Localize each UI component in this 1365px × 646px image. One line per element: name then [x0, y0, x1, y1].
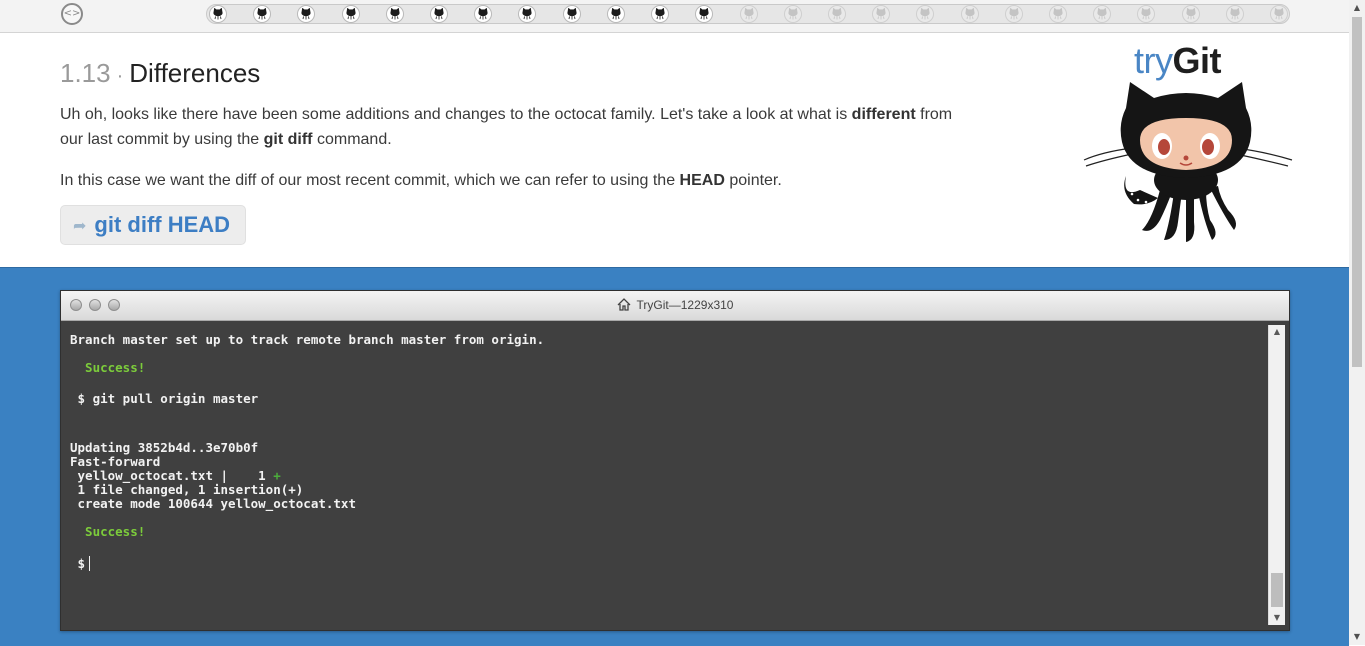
terminal-line: Updating 3852b4d..3e70b0f — [70, 440, 259, 455]
terminal-title-text: TryGit—1229x310 — [636, 298, 734, 312]
lesson-dot-completed[interactable] — [209, 5, 227, 23]
lesson-heading: 1.13 · Differences — [60, 58, 970, 94]
octocat-mini-icon — [920, 8, 930, 20]
logo-try: try — [1134, 40, 1173, 81]
octocat-mini-icon — [655, 8, 665, 20]
instruction-paragraph: Uh oh, looks like there have been some a… — [60, 102, 970, 152]
lesson-dot-upcoming[interactable] — [1270, 5, 1288, 23]
octocat-mini-icon — [213, 8, 223, 20]
lesson-dot-upcoming[interactable] — [1181, 5, 1200, 23]
octocat-mini-icon — [346, 8, 356, 20]
octocat-mini-icon — [567, 8, 577, 20]
lesson-dot-upcoming[interactable] — [739, 5, 758, 23]
instruction-paragraph: In this case we want the diff of our mos… — [60, 168, 970, 193]
octocat-icon — [1083, 82, 1293, 242]
octocat-mini-icon — [788, 8, 798, 20]
code-brackets-icon[interactable]: <> — [61, 3, 83, 25]
success-message: Success! — [70, 524, 146, 539]
octocat-mini-icon — [434, 8, 444, 20]
terminal-line: Branch master set up to track remote bra… — [70, 332, 545, 347]
octocat-mini-icon — [301, 8, 311, 20]
octocat-mini-icon — [876, 8, 886, 20]
octocat-mini-icon — [1141, 8, 1151, 20]
diffstat-line: yellow_octocat.txt | 1 + — [70, 469, 281, 483]
octocat-mini-icon — [611, 8, 621, 20]
lesson-dot-completed[interactable] — [430, 5, 449, 23]
octocat-mini-icon — [964, 8, 975, 20]
scroll-up-arrow-icon[interactable]: ▲ — [1349, 0, 1365, 16]
text: command. — [312, 131, 392, 148]
lesson-dot-completed[interactable] — [341, 5, 360, 23]
octocat-mini-icon — [1230, 8, 1240, 20]
lesson-dot-upcoming[interactable] — [1225, 5, 1244, 23]
prompt-symbol: $ — [70, 556, 86, 571]
lesson-dot-upcoming[interactable] — [783, 5, 802, 23]
text: Uh oh, looks like there have been some a… — [60, 106, 852, 123]
lesson-number: 1.13 — [60, 58, 111, 88]
logo-git: Git — [1172, 40, 1222, 81]
octocat-mini-icon — [1009, 8, 1019, 20]
logo-wordmark: tryGit — [1134, 40, 1221, 82]
octocat-mini-icon — [1053, 8, 1063, 20]
terminal-output[interactable]: Branch master set up to track remote bra… — [70, 329, 1260, 629]
text-cursor — [89, 556, 91, 571]
octocat-mini-icon — [699, 8, 709, 20]
text: pointer. — [724, 172, 782, 189]
terminal-prompt[interactable]: $ — [70, 556, 91, 571]
octocat-mini-icon — [832, 8, 842, 20]
terminal-scroll-thumb[interactable] — [1271, 573, 1283, 607]
scroll-down-arrow-icon[interactable]: ▼ — [1349, 629, 1365, 645]
command-text: git diff HEAD — [94, 212, 231, 237]
lesson-dot-completed[interactable] — [606, 5, 625, 23]
success-message: Success! — [70, 360, 146, 375]
lesson-progress-bar: <> — [0, 0, 1349, 33]
lesson-dot-upcoming[interactable] — [827, 5, 846, 23]
home-icon — [617, 298, 630, 311]
emphasis: git diff — [263, 131, 313, 148]
octocat-mini-icon — [1186, 8, 1196, 20]
terminal-line: 1 file changed, 1 insertion(+) — [70, 482, 304, 497]
diffstat-plus: + — [273, 468, 281, 483]
lesson-dot-completed[interactable] — [651, 5, 670, 23]
command-suggestion-button[interactable]: ➦ git diff HEAD — [60, 205, 247, 245]
octocat-mini-icon — [257, 8, 267, 20]
emphasis: different — [851, 106, 916, 123]
octocat-mini-icon — [743, 8, 754, 20]
lesson-dot-upcoming[interactable] — [960, 5, 979, 23]
lesson-dot-upcoming[interactable] — [1048, 5, 1067, 23]
terminal-line: create mode 100644 yellow_octocat.txt — [70, 496, 356, 511]
text: In this case we want the diff of our mos… — [60, 172, 680, 189]
octocat-mini-icon — [1097, 8, 1107, 20]
page-scroll-thumb[interactable] — [1352, 17, 1362, 367]
scroll-up-arrow-icon[interactable]: ▲ — [1269, 325, 1285, 339]
lesson-dot-completed[interactable] — [562, 5, 581, 23]
lesson-dot-upcoming[interactable] — [1004, 5, 1023, 23]
octocat-mini-icon — [1274, 8, 1284, 20]
terminal-title: TryGit—1229x310 — [61, 298, 1289, 312]
arrow-right-icon: ➦ — [73, 215, 87, 235]
terminal-command-line: $ git pull origin master — [70, 391, 259, 406]
terminal-title-bar: TryGit—1229x310 — [61, 291, 1289, 321]
diffstat-text: yellow_octocat.txt | 1 — [70, 468, 274, 483]
octocat-mini-icon — [478, 8, 488, 20]
terminal-line: Fast-forward — [70, 454, 161, 469]
lesson-dot-upcoming[interactable] — [872, 5, 891, 23]
lesson-dot-completed[interactable] — [385, 5, 404, 23]
lesson-title: Differences — [129, 58, 261, 88]
lesson-instructions: 1.13 · Differences Uh oh, looks like there… — [60, 58, 970, 245]
emphasis: HEAD — [679, 172, 725, 189]
page-scrollbar[interactable]: ▲ ▼ — [1349, 0, 1365, 645]
octocat-mini-icon — [390, 8, 400, 20]
octocat-mini-icon — [522, 8, 533, 20]
trygit-logo: tryGit — [1082, 36, 1294, 246]
heading-separator: · — [116, 65, 124, 87]
terminal-scrollbar[interactable]: ▲ ▼ — [1268, 325, 1285, 625]
scroll-down-arrow-icon[interactable]: ▼ — [1269, 611, 1285, 625]
console-area: TryGit—1229x310 Branch master set up to … — [0, 267, 1349, 646]
terminal-window[interactable]: TryGit—1229x310 Branch master set up to … — [60, 290, 1290, 631]
